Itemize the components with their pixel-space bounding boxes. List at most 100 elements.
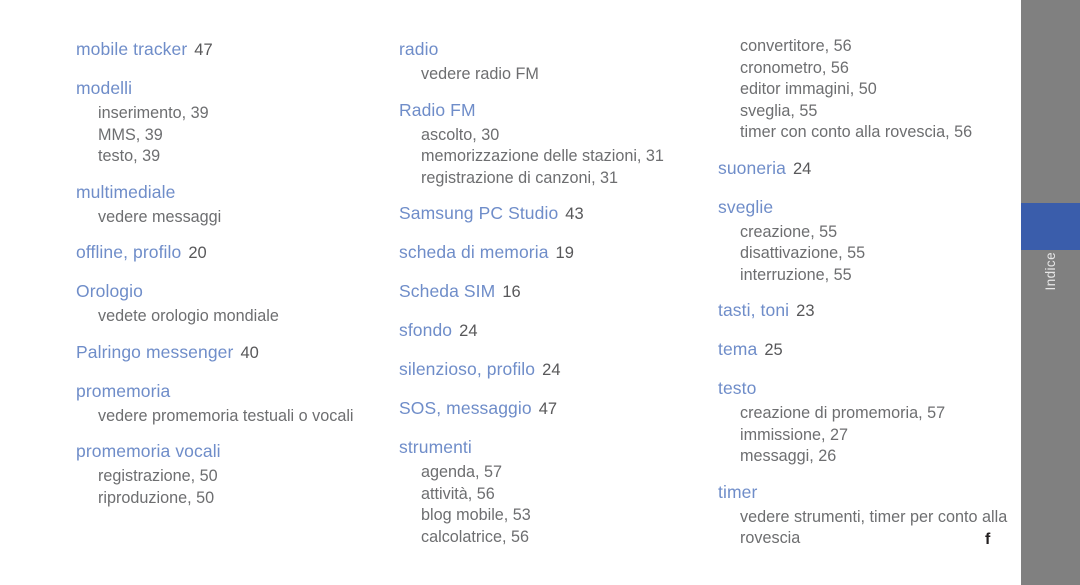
index-headword-line[interactable]: Radio FM — [399, 97, 699, 125]
index-subentry[interactable]: agenda, 57 — [399, 462, 699, 484]
index-headword-line[interactable]: offline, profilo 20 — [76, 239, 376, 267]
index-subentry[interactable]: messaggi, 26 — [718, 446, 1018, 468]
index-headword: multimediale — [76, 181, 176, 202]
index-column-3: convertitore, 56 cronometro, 56 editor imm… — [718, 36, 1018, 561]
side-tab-rail: Indice — [1021, 0, 1080, 585]
index-headword-line[interactable]: silenzioso, profilo 24 — [399, 356, 699, 384]
index-subentry[interactable]: creazione di promemoria, 57 — [718, 403, 1018, 425]
side-tab-label-indice[interactable]: Indice — [1021, 252, 1080, 332]
index-headword-page-number: 47 — [194, 41, 213, 59]
index-subentry[interactable]: registrazione di canzoni, 31 — [399, 168, 699, 190]
index-subentry[interactable]: disattivazione, 55 — [718, 243, 1018, 265]
index-headword: radio — [399, 39, 439, 59]
index-headword-line[interactable]: strumenti — [399, 434, 699, 462]
index-subentry[interactable]: vedere radio FM — [399, 64, 699, 86]
index-subentry-list: vedere strumenti, timer per conto alla r… — [718, 507, 1018, 550]
index-headword: sveglie — [718, 196, 774, 217]
index-subentry[interactable]: convertitore, 56 — [718, 36, 1018, 58]
index-subentry[interactable]: vedere strumenti, timer per conto alla r… — [718, 507, 1018, 550]
index-headword: suoneria — [718, 157, 786, 178]
index-headword-page-number: 24 — [542, 361, 561, 379]
index-headword: promemoria vocali — [76, 441, 221, 461]
index-headword: mobile tracker — [76, 39, 188, 59]
index-subentry[interactable]: ascolto, 30 — [399, 125, 699, 147]
index-headword-line[interactable]: Scheda SIM 16 — [399, 278, 699, 306]
index-headword: Scheda SIM — [399, 281, 496, 301]
index-entry-group: modelli inserimento, 39 MMS, 39 testo, 39 — [76, 75, 376, 168]
index-subentry[interactable]: editor immagini, 50 — [718, 79, 1018, 101]
index-headword-line[interactable]: multimediale — [76, 179, 376, 207]
index-entry-group: promemoria vedere promemoria testuali o v… — [76, 378, 376, 428]
index-headword-page-number: 47 — [538, 400, 558, 418]
index-headword: scheda di memoria — [399, 242, 549, 262]
index-headword-page-number: 23 — [796, 302, 815, 320]
index-subentry[interactable]: testo, 39 — [76, 146, 376, 168]
index-headword-line[interactable]: timer — [718, 479, 1018, 507]
index-headword-line[interactable]: Samsung PC Studio 43 — [399, 200, 699, 228]
index-headword-line[interactable]: tasti, toni 23 — [718, 297, 1018, 325]
index-entry-group: promemoria vocali registrazione, 50 riprod… — [76, 438, 376, 509]
index-entry-group: Orologio vedete orologio mondiale — [76, 278, 376, 328]
index-subentry[interactable]: vedere messaggi — [76, 207, 376, 229]
index-entry-group: Samsung PC Studio 43 — [399, 200, 699, 228]
index-entry-group: radio vedere radio FM — [399, 36, 699, 86]
index-entry-group: Scheda SIM 16 — [399, 278, 699, 306]
index-headword-line[interactable]: promemoria vocali — [76, 438, 376, 466]
index-subentry[interactable]: immissione, 27 — [718, 425, 1018, 447]
index-subentry[interactable]: inserimento, 39 — [76, 103, 376, 125]
index-entry-group: strumenti agenda, 57 attività, 56 blog mobi… — [399, 434, 699, 548]
index-subentry[interactable]: vedere promemoria testuali o vocali — [76, 406, 376, 428]
index-headword: sfondo — [399, 320, 453, 340]
index-headword-line[interactable]: sveglie — [718, 194, 1018, 222]
index-headword-page-number: 16 — [502, 283, 521, 301]
index-subentry[interactable]: memorizzazione delle stazioni, 31 — [399, 146, 699, 168]
index-headword-line[interactable]: mobile tracker 47 — [76, 36, 376, 64]
index-subentry-list: vedete orologio mondiale — [76, 306, 376, 328]
index-subentry[interactable]: sveglia, 55 — [718, 101, 1018, 123]
index-subentry[interactable]: blog mobile, 53 — [399, 505, 699, 527]
index-column-2: radio vedere radio FM Radio FM ascolto, 30 m… — [399, 36, 699, 559]
index-headword-line[interactable]: modelli — [76, 75, 376, 103]
index-subentry[interactable]: vedete orologio mondiale — [76, 306, 376, 328]
index-subentry[interactable]: registrazione, 50 — [76, 466, 376, 488]
index-headword-line[interactable]: Orologio — [76, 278, 376, 306]
index-subentry[interactable]: cronometro, 56 — [718, 58, 1018, 80]
index-headword-line[interactable]: tema 25 — [718, 336, 1018, 364]
index-headword: Palringo messenger — [76, 341, 234, 362]
index-entry-group: mobile tracker 47 — [76, 36, 376, 64]
index-column-1: mobile tracker 47 modelli inserimento, 39 MM… — [76, 36, 376, 520]
index-headword: promemoria — [76, 380, 171, 401]
index-subentry[interactable]: riproduzione, 50 — [76, 488, 376, 510]
index-headword: timer — [718, 481, 758, 502]
index-headword-line[interactable]: promemoria — [76, 378, 376, 406]
index-headword-line[interactable]: SOS, messaggio 47 — [399, 395, 699, 423]
index-subentry[interactable]: calcolatrice, 56 — [399, 527, 699, 549]
index-headword: testo — [718, 378, 757, 398]
index-subentry-list: vedere promemoria testuali o vocali — [76, 406, 376, 428]
index-headword-line[interactable]: testo — [718, 375, 1018, 403]
index-subentry[interactable]: interruzione, 55 — [718, 265, 1018, 287]
index-headword: Radio FM — [399, 99, 476, 120]
index-headword-line[interactable]: Palringo messenger 40 — [76, 339, 376, 367]
index-subentry-list: inserimento, 39 MMS, 39 testo, 39 — [76, 103, 376, 168]
index-entry-group: multimediale vedere messaggi — [76, 179, 376, 229]
index-headword: modelli — [76, 78, 133, 98]
index-headword-line[interactable]: suoneria 24 — [718, 155, 1018, 183]
index-entry-group: tema 25 — [718, 336, 1018, 364]
index-subentry[interactable]: MMS, 39 — [76, 125, 376, 147]
index-subentry[interactable]: creazione, 55 — [718, 222, 1018, 244]
index-entry-group: sfondo 24 — [399, 317, 699, 345]
index-headword-line[interactable]: radio — [399, 36, 699, 64]
index-headword: Orologio — [76, 281, 143, 301]
side-tab-active-marker[interactable] — [1021, 203, 1080, 250]
index-entry-group: suoneria 24 — [718, 155, 1018, 183]
index-subentry[interactable]: attività, 56 — [399, 484, 699, 506]
index-headword-line[interactable]: sfondo 24 — [399, 317, 699, 345]
index-entry-group: testo creazione di promemoria, 57 immissio… — [718, 375, 1018, 468]
side-tab-label-text: Indice — [1043, 252, 1058, 291]
index-subentry[interactable]: timer con conto alla rovescia, 56 — [718, 122, 1018, 144]
index-headword-line[interactable]: scheda di memoria 19 — [399, 239, 699, 267]
index-headword-page-number: 20 — [188, 244, 207, 262]
index-entry-group: sveglie creazione, 55 disattivazione, 55 in… — [718, 194, 1018, 287]
index-headword: silenzioso, profilo — [399, 359, 536, 379]
